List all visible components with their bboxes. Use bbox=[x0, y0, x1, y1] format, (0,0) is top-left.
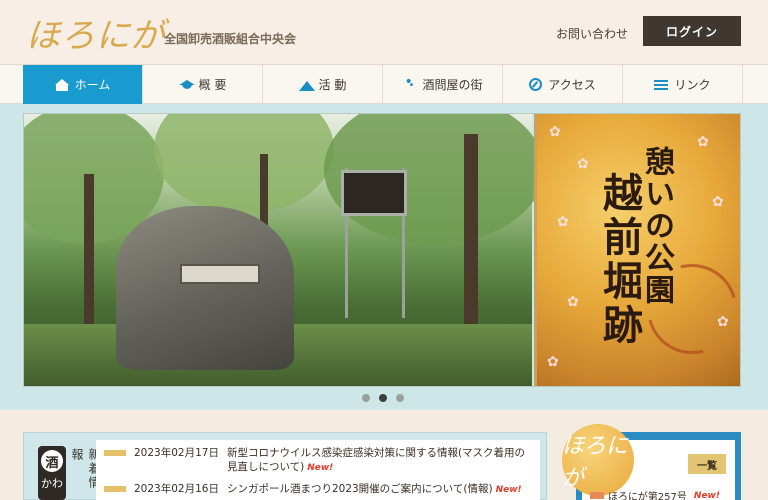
compass-icon bbox=[529, 78, 543, 91]
news-date: 2023年02月17日 bbox=[134, 447, 219, 459]
news-marker bbox=[104, 486, 126, 492]
nav-label: 活 動 bbox=[318, 78, 347, 92]
nav-label: 酒問屋の街 bbox=[422, 78, 483, 92]
mountain-icon bbox=[298, 79, 315, 91]
slider-dots bbox=[362, 394, 404, 402]
news-date: 2023年02月16日 bbox=[134, 483, 219, 495]
tree-trunk bbox=[84, 174, 94, 334]
monument-plate bbox=[180, 264, 260, 284]
new-badge: New! bbox=[693, 490, 720, 500]
news-marker bbox=[104, 450, 126, 456]
site-header: ほろにが 全国卸売酒販組合中央会 お問い合わせ ログイン bbox=[0, 0, 768, 64]
news-title[interactable]: シンガポール酒まつり2023開催のご案内について(情報) New! bbox=[227, 482, 522, 497]
nav-item-home[interactable]: ホーム bbox=[23, 65, 143, 104]
horoniga-badge[interactable]: ほろにが bbox=[562, 424, 634, 496]
nav-label: リンク bbox=[674, 78, 711, 92]
nav-label: アクセス bbox=[548, 78, 596, 92]
tree-foliage bbox=[154, 114, 334, 214]
nav-item-access[interactable]: アクセス bbox=[503, 65, 623, 104]
login-button[interactable]: ログイン bbox=[643, 16, 741, 46]
news-tag-sub: かわ bbox=[41, 477, 63, 490]
nav-label: 概 要 bbox=[198, 78, 227, 92]
news-title-text: シンガポール酒まつり2023開催のご案内について(情報) bbox=[226, 483, 493, 495]
blossom-icon: ✿ bbox=[547, 354, 559, 370]
issue-label: ほろにが第257号 bbox=[608, 492, 687, 500]
news-list: 2023年02月17日 新型コロナウイルス感染症感染対策に関する情報(マスク着用… bbox=[96, 440, 540, 500]
nav-label: ホーム bbox=[74, 78, 111, 92]
contact-link[interactable]: お問い合わせ bbox=[556, 25, 628, 42]
new-badge: New! bbox=[495, 485, 522, 495]
hero-slide[interactable]: ✿ ✿ ✿ ✿ ✿ ✿ ✿ ✿ 憩いの公園 越前堀跡 bbox=[23, 113, 741, 387]
news-item[interactable]: 2023年02月17日 新型コロナウイルス感染症感染対策に関する情報(マスク着用… bbox=[104, 446, 534, 475]
blossom-icon: ✿ bbox=[557, 214, 569, 230]
slider-dot-3[interactable] bbox=[396, 394, 404, 402]
site-logo[interactable]: ほろにが bbox=[26, 8, 165, 57]
nav-item-links[interactable]: リンク bbox=[623, 65, 743, 104]
blossom-icon: ✿ bbox=[577, 156, 589, 172]
issue-marker bbox=[590, 492, 604, 499]
nav-item-sake-town[interactable]: 酒問屋の街 bbox=[383, 65, 503, 104]
new-badge: New! bbox=[307, 463, 334, 473]
horoniga-logo: ほろにが bbox=[562, 434, 629, 491]
horoniga-issue-item[interactable]: ほろにが第257号 New! bbox=[590, 488, 720, 500]
organization-name: 全国卸売酒販組合中央会 bbox=[164, 32, 297, 46]
main-navigation: ホーム 概 要 活 動 酒問屋の街 アクセス リンク bbox=[0, 64, 768, 104]
graduation-cap-icon bbox=[178, 79, 195, 91]
park-photo bbox=[24, 114, 544, 386]
nav-item-activities[interactable]: 活 動 bbox=[263, 65, 383, 104]
banner-subtitle: 越前堀跡 bbox=[596, 172, 643, 348]
dots-icon bbox=[402, 74, 416, 91]
slider-dot-1[interactable] bbox=[362, 394, 370, 402]
nav-item-overview[interactable]: 概 要 bbox=[143, 65, 263, 104]
sake-icon: 酒 bbox=[41, 450, 63, 472]
news-tag: 酒 かわ bbox=[38, 446, 66, 500]
blossom-icon: ✿ bbox=[697, 134, 709, 150]
blossom-icon: ✿ bbox=[567, 294, 579, 310]
home-icon bbox=[54, 78, 69, 91]
blossom-icon: ✿ bbox=[549, 124, 561, 140]
slide-banner: ✿ ✿ ✿ ✿ ✿ ✿ ✿ ✿ 憩いの公園 越前堀跡 bbox=[534, 114, 740, 386]
blossom-icon: ✿ bbox=[712, 194, 724, 210]
news-item[interactable]: 2023年02月16日 シンガポール酒まつり2023開催のご案内について(情報)… bbox=[104, 482, 534, 497]
info-sign-board bbox=[341, 170, 407, 216]
news-title-text: 新型コロナウイルス感染症感染対策に関する情報(マスク着用の見直しについて) bbox=[226, 447, 526, 473]
slider-dot-2[interactable] bbox=[379, 394, 387, 402]
list-icon bbox=[654, 79, 669, 91]
list-all-button[interactable]: 一覧 bbox=[688, 454, 726, 474]
tree-trunk bbox=[464, 134, 478, 334]
monument-stone bbox=[116, 206, 294, 370]
news-title[interactable]: 新型コロナウイルス感染症感染対策に関する情報(マスク着用の見直しについて) New… bbox=[227, 446, 534, 475]
